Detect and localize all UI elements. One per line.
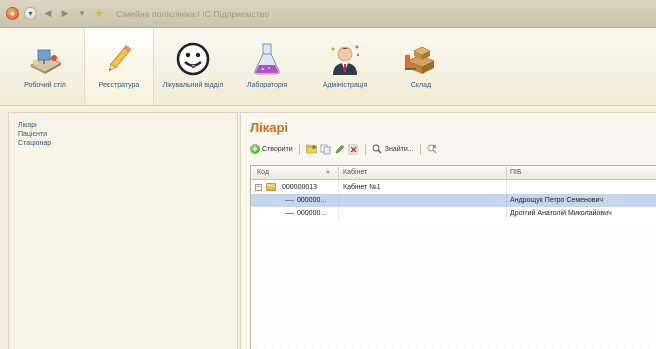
section-administration[interactable]: Адміністрація xyxy=(310,28,380,105)
cell-divider xyxy=(338,181,339,194)
dropdown-arrow-icon[interactable]: ▾ xyxy=(76,8,88,20)
desktop-icon xyxy=(25,39,65,79)
find-button-label: Знайти... xyxy=(384,145,414,153)
doctors-table[interactable]: Код ▲ Кабінет ПІБ − 000000013 Кабінет №1… xyxy=(250,165,656,349)
section-warehouse[interactable]: Склад xyxy=(386,28,456,105)
create-button[interactable]: + Створити xyxy=(250,144,293,154)
table-row[interactable]: − 000000013 Кабінет №1 xyxy=(251,181,656,194)
pencil-icon xyxy=(99,39,139,79)
section-desktop[interactable]: Робочий стіл xyxy=(10,28,80,105)
back-arrow-icon[interactable]: ◀ xyxy=(42,8,54,20)
create-button-label: Створити xyxy=(262,145,293,153)
cell-name: Андрощук Петро Семенович xyxy=(510,197,604,204)
toolbar-separator xyxy=(298,143,300,155)
add-folder-icon[interactable] xyxy=(305,144,317,155)
find-button[interactable]: Знайти... xyxy=(372,144,414,155)
section-treatment[interactable]: Лікувальний відділ xyxy=(158,28,228,105)
toolbar-separator xyxy=(364,143,366,155)
column-header-cabinet[interactable]: Кабінет xyxy=(343,169,367,176)
cell-code: 000000013 xyxy=(282,184,318,191)
favorites-star-icon[interactable]: ★ xyxy=(93,8,105,20)
list-item-icon xyxy=(285,200,294,201)
cell-name: Дроггий Анатолій Миколайович xyxy=(510,210,612,217)
delete-icon[interactable] xyxy=(348,144,359,155)
column-header-name[interactable]: ПІБ xyxy=(510,169,522,176)
add-icon: + xyxy=(250,144,260,154)
flask-icon xyxy=(247,39,287,79)
cell-code: 000000... xyxy=(297,197,327,204)
table-header: Код ▲ Кабінет ПІБ xyxy=(251,166,656,180)
section-label: Робочий стіл xyxy=(24,82,66,89)
section-label: Лікувальний відділ xyxy=(162,82,224,89)
expand-toggle-icon[interactable]: − xyxy=(255,184,262,191)
cell-divider xyxy=(506,181,507,194)
folder-icon xyxy=(266,183,276,191)
section-label: Реєстратура xyxy=(98,82,140,89)
sections-panel: Робочий стіл Реєстратура Лікувальний від… xyxy=(0,28,656,106)
title-bar: ● ▾ ◀ ▶ ▾ ★ Сімейна поліклініка / ІС Під… xyxy=(0,0,656,28)
section-registry[interactable]: Реєстратура xyxy=(84,28,154,105)
nav-item-doctors[interactable]: Лікарі xyxy=(18,121,237,130)
nav-item-hospital[interactable]: Стаціонар xyxy=(18,139,237,148)
cell-divider xyxy=(506,194,507,207)
list-form: Лікарі + Створити Знайти... Код ▲ Кабіне… xyxy=(240,112,656,349)
cancel-search-icon[interactable] xyxy=(427,144,438,155)
list-item-icon xyxy=(285,213,294,214)
face-icon xyxy=(173,39,213,79)
section-laboratory[interactable]: Лабораторія xyxy=(232,28,302,105)
copy-icon[interactable] xyxy=(320,144,331,155)
navigation-panel: Лікарі Пацієнти Стаціонар xyxy=(8,112,238,349)
cell-cabinet: Кабінет №1 xyxy=(343,184,381,191)
section-label: Адміністрація xyxy=(322,82,368,89)
cell-divider xyxy=(338,207,339,220)
app-logo-icon[interactable]: ● xyxy=(6,7,19,20)
table-row[interactable]: 000000... Дроггий Анатолій Миколайович xyxy=(251,207,656,220)
edit-pencil-icon[interactable] xyxy=(334,144,345,155)
table-row[interactable]: 000000... Андрощук Петро Семенович xyxy=(251,194,656,207)
section-label: Склад xyxy=(410,82,432,89)
cell-divider xyxy=(338,194,339,207)
warehouse-icon xyxy=(401,39,441,79)
form-title: Лікарі xyxy=(250,120,289,135)
command-bar: + Створити Знайти... xyxy=(250,141,438,157)
cell-code: 000000... xyxy=(297,210,327,217)
column-header-code[interactable]: Код xyxy=(257,169,269,176)
column-divider xyxy=(506,167,507,179)
cell-divider xyxy=(506,207,507,220)
nav-item-patients[interactable]: Пацієнти xyxy=(18,130,237,139)
section-label: Лабораторія xyxy=(246,82,288,89)
manager-icon xyxy=(325,39,365,79)
main-menu-icon[interactable]: ▾ xyxy=(24,7,37,20)
sort-ascending-icon: ▲ xyxy=(325,169,331,175)
window-title: Сімейна поліклініка / ІС Підприємство xyxy=(116,8,270,19)
toolbar-separator xyxy=(419,143,421,155)
search-icon xyxy=(372,144,383,155)
column-divider xyxy=(338,167,339,179)
forward-arrow-icon[interactable]: ▶ xyxy=(59,8,71,20)
